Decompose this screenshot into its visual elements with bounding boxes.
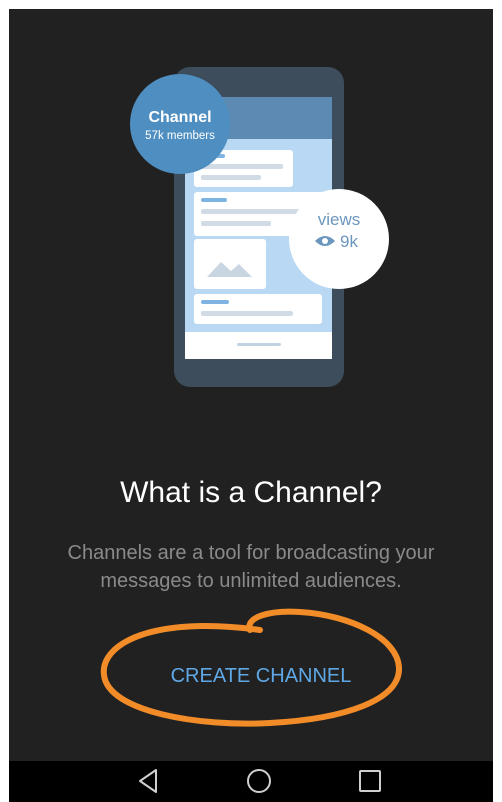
views-badge-count: 9k [340, 232, 358, 251]
home-button[interactable] [229, 763, 289, 799]
channel-badge: Channel 57k members [130, 74, 230, 174]
back-button[interactable] [119, 763, 179, 799]
channel-badge-title: Channel [148, 109, 211, 126]
phone-home-indicator [237, 343, 281, 346]
views-badge-label: views [318, 210, 361, 229]
recents-button[interactable] [340, 763, 400, 799]
create-channel-button[interactable]: CREATE CHANNEL [121, 653, 401, 699]
screen: Channel 57k members views 9k What is a C… [9, 9, 493, 761]
intro-title: What is a Channel? [120, 476, 382, 509]
views-badge: views 9k [289, 189, 389, 289]
home-circle-icon [247, 769, 271, 793]
recents-square-icon [359, 770, 381, 792]
image-card [194, 239, 266, 289]
back-triangle-icon [139, 769, 157, 793]
intro-description: Channels are a tool for broadcasting you… [67, 542, 435, 592]
system-nav-bar [9, 761, 493, 802]
channel-badge-subtitle: 57k members [145, 130, 215, 142]
channel-illustration: Channel 57k members views 9k [130, 67, 389, 387]
message-card [194, 294, 322, 324]
